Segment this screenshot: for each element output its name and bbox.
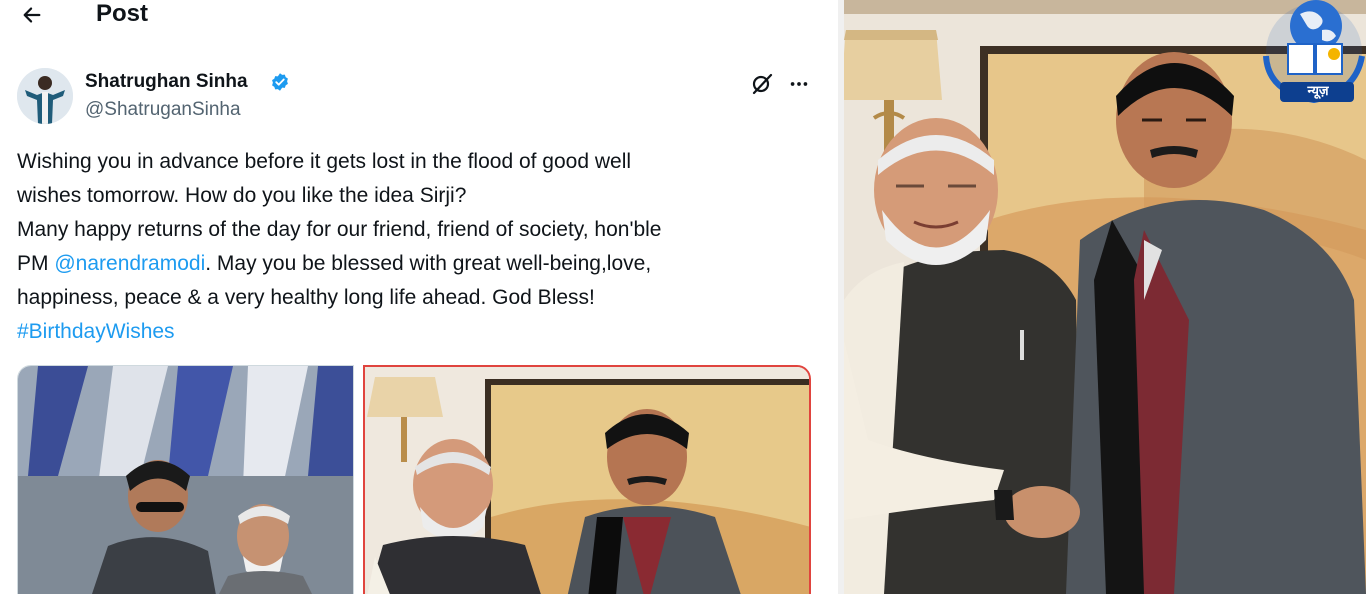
post-photo-1[interactable] (17, 365, 354, 594)
media-grid (17, 365, 811, 594)
post-line: Many happy returns of the day for our fr… (17, 218, 662, 241)
avatar[interactable] (17, 68, 73, 124)
hashtag-link[interactable]: #BirthdayWishes (17, 315, 817, 349)
logo-text: न्यूज़ (1307, 84, 1329, 99)
grok-icon (752, 73, 773, 95)
page-title: Post (96, 0, 149, 27)
post-line-suffix: . May you be blessed with great well-bei… (205, 252, 652, 275)
verified-badge-icon (272, 73, 288, 91)
more-icon (790, 82, 808, 86)
post-photo-2[interactable] (363, 365, 811, 594)
grok-button[interactable] (748, 70, 776, 98)
author-name[interactable]: Shatrughan Sinha (85, 70, 248, 94)
author-handle[interactable]: @ShatruganSinha (85, 98, 241, 122)
post-panel: Post Shatrughan Sinha @ShatruganSinha Wi… (0, 0, 838, 594)
post-line: Wishing you in advance before it gets lo… (17, 150, 632, 173)
post-text: Wishing you in advance before it gets lo… (17, 145, 817, 349)
author-row: Shatrughan Sinha @ShatruganSinha (17, 66, 817, 126)
post-line: PM @narendramodi. May you be blessed wit… (17, 247, 817, 281)
photo-2-image (365, 367, 809, 594)
post-header: Post (0, 0, 838, 36)
mention-link[interactable]: @narendramodi (54, 252, 205, 275)
news-channel-logo: न्यूज़ (1260, 0, 1366, 108)
post-line: wishes tomorrow. How do you like the ide… (17, 184, 467, 207)
more-button[interactable] (785, 70, 813, 98)
back-button[interactable] (18, 2, 46, 28)
avatar-image (17, 68, 73, 124)
photo-1-image (18, 366, 353, 594)
post-line: happiness, peace & a very healthy long l… (17, 286, 595, 309)
arrow-left-icon (23, 7, 41, 23)
post-line-prefix: PM (17, 252, 55, 275)
